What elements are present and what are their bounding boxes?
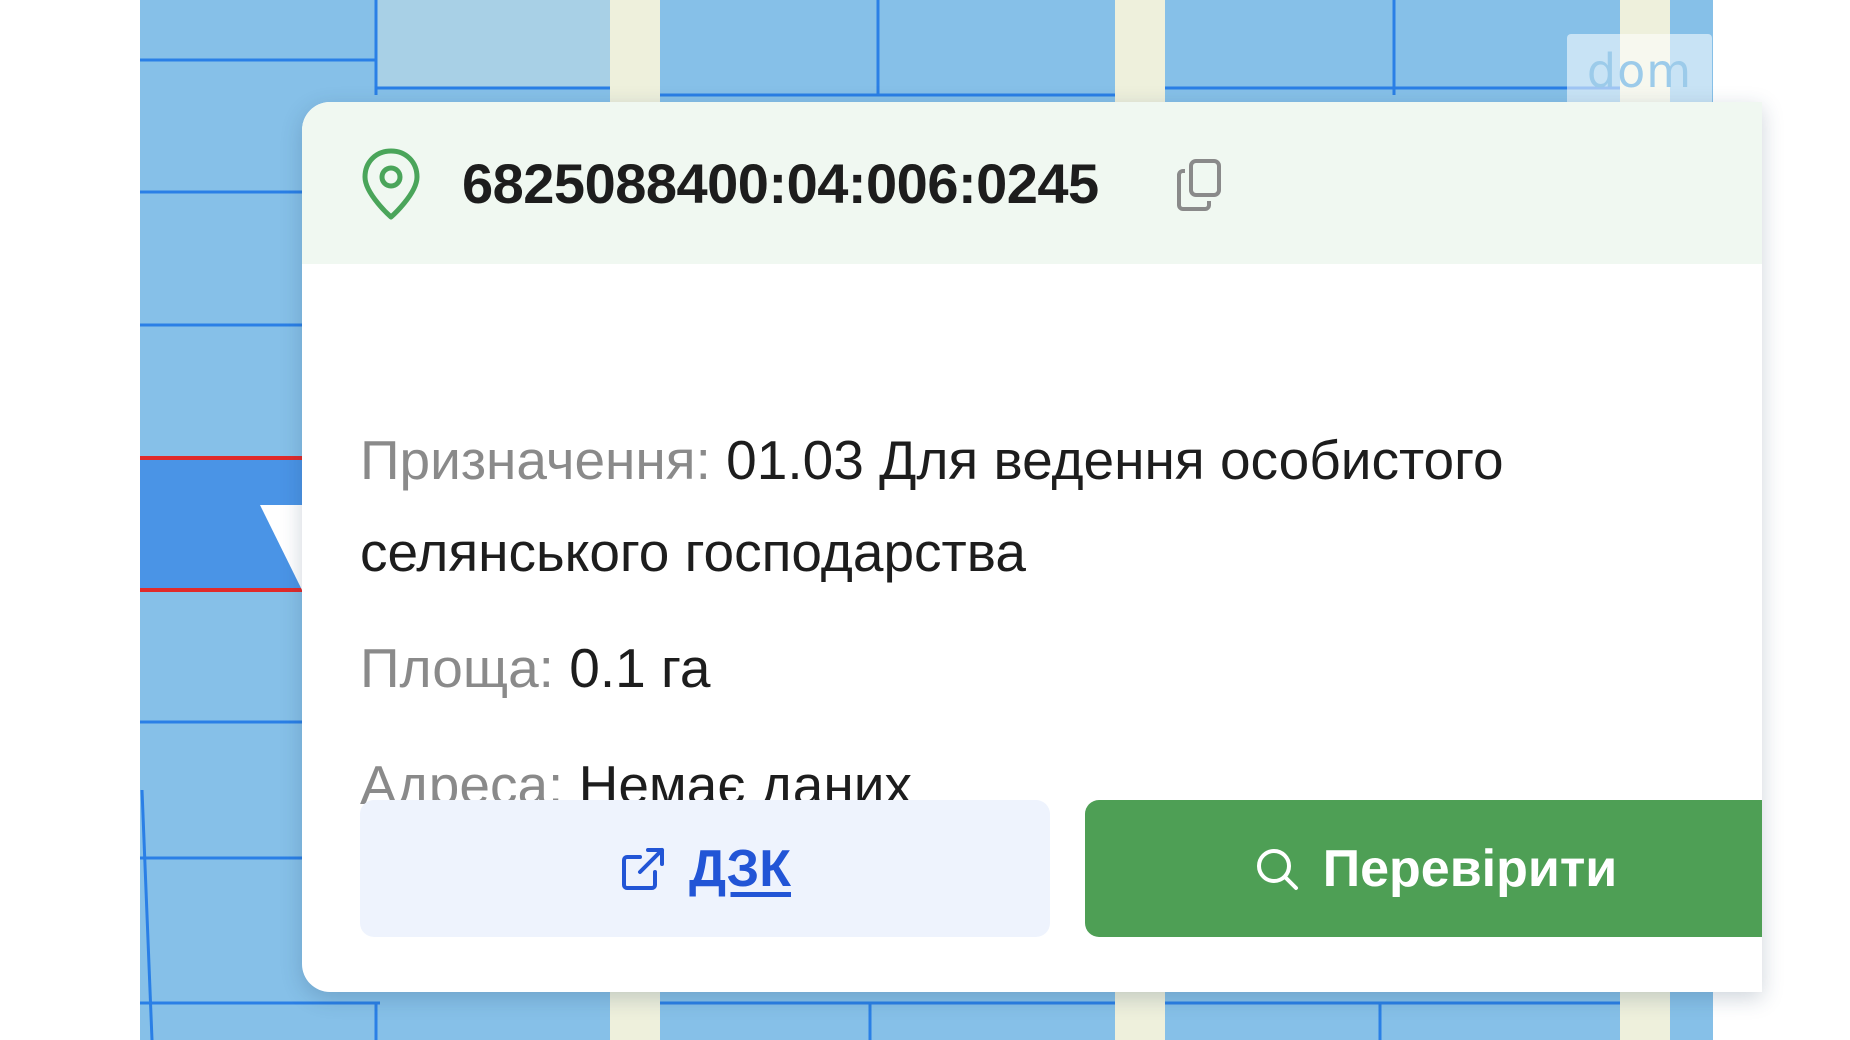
area-value: 0.1 га (569, 637, 711, 699)
purpose-row: Призначення: 01.03 Для ведення особистог… (360, 414, 1720, 598)
external-link-icon (622, 847, 664, 890)
search-icon (1256, 848, 1298, 890)
map-parcel (376, 0, 610, 88)
location-pin-icon (362, 148, 420, 220)
dzk-label: ДЗК (689, 839, 791, 898)
copy-icon[interactable] (1175, 157, 1225, 213)
check-label: Перевірити (1322, 839, 1618, 898)
watermark-logo: dom (1567, 34, 1712, 108)
parcel-info-popup: 6825088400:04:006:0245 Призначення: 01.0… (302, 102, 1762, 992)
area-label: Площа: (360, 637, 554, 699)
area-row: Площа: 0.1 га (360, 622, 1720, 714)
dzk-link-button[interactable]: ДЗК (360, 800, 1050, 937)
cadastral-number: 6825088400:04:006:0245 (462, 152, 1099, 215)
popup-header: 6825088400:04:006:0245 (302, 102, 1762, 264)
purpose-label: Призначення: (360, 429, 711, 491)
check-button[interactable]: Перевірити (1085, 800, 1762, 937)
